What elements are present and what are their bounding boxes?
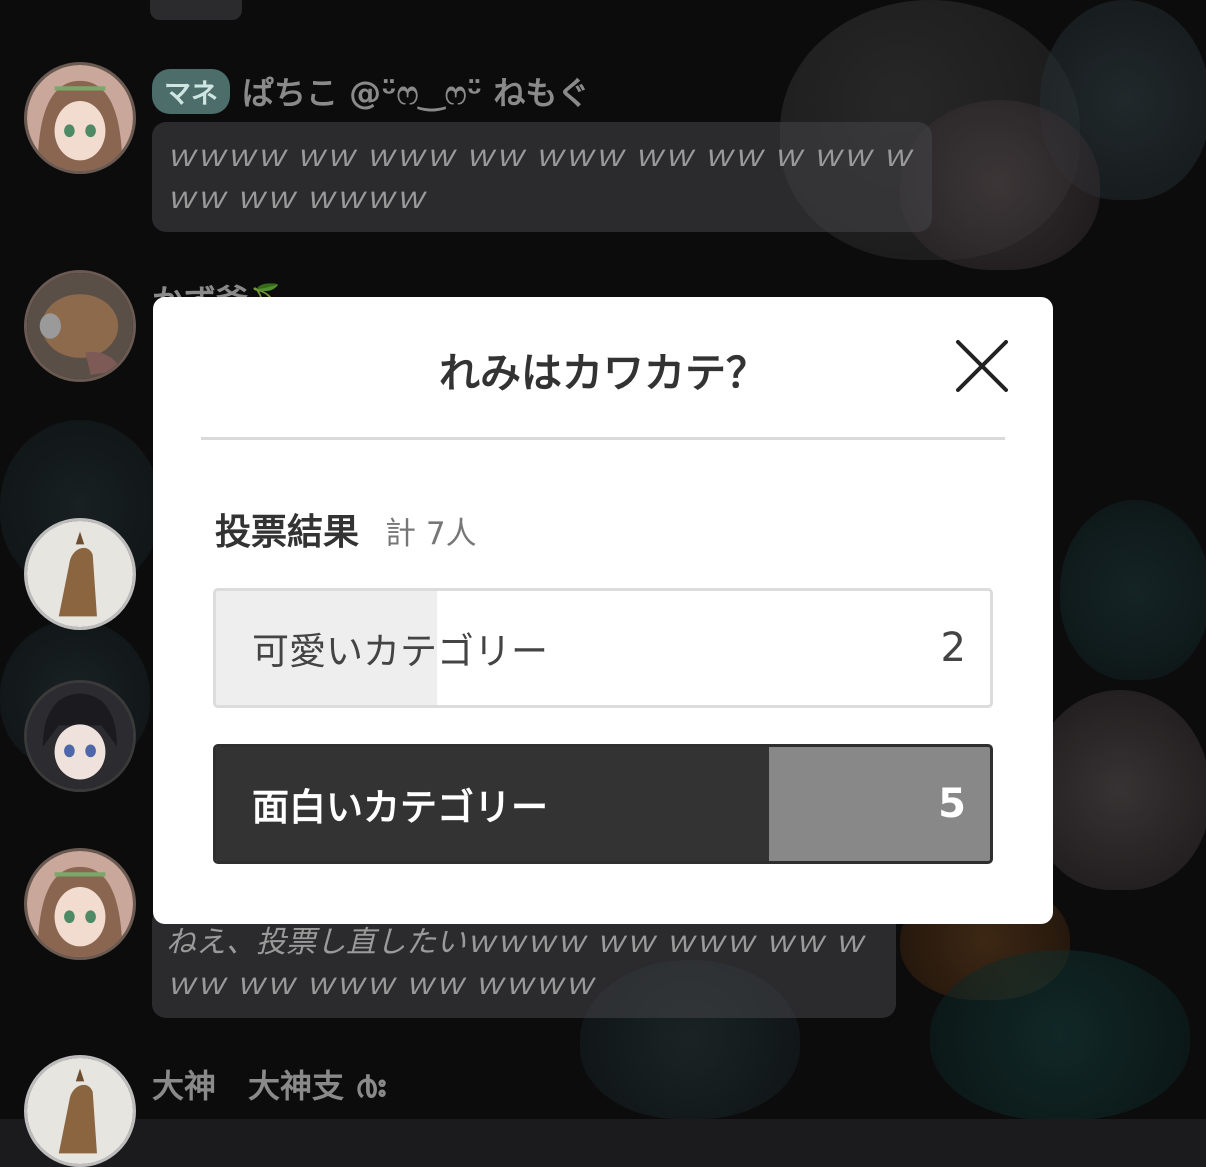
message-bubble: ねえ、投票し直したいｗｗｗｗ ｗｗ ｗｗｗ ｗｗ ｗｗｗ ｗｗ ｗｗｗ ｗｗ ｗ… [152, 908, 896, 1018]
message-bubble: ｗｗｗｗ ｗｗ ｗｗｗ ｗｗ ｗｗｗ ｗｗ ｗｗ ｗ ｗｗ ｗｗｗ ｗｗ ｗｗｗ… [152, 122, 932, 232]
message-header: 大神 大神支 ൪ഃ [152, 1061, 385, 1107]
vote-count: 2 [940, 625, 966, 671]
avatar[interactable] [24, 518, 136, 630]
avatar-image [27, 1058, 133, 1164]
poll-option[interactable]: 可愛いカテゴリー 2 [213, 588, 993, 708]
avatar[interactable] [24, 62, 136, 174]
avatar-image [27, 851, 133, 957]
role-badge: マネ [152, 68, 230, 114]
message-text: ねえ、投票し直したいｗｗｗｗ ｗｗ ｗｗｗ ｗｗ ｗｗｗ ｗｗ ｗｗｗ ｗｗ ｗ… [166, 925, 865, 1002]
poll-question-title: れみはカワカテ？ [439, 349, 767, 397]
vote-count: 5 [938, 781, 966, 827]
avatar[interactable] [24, 848, 136, 960]
avatar-image [27, 521, 133, 627]
divider [201, 437, 1005, 440]
avatar[interactable] [24, 1055, 136, 1167]
option-label: 面白いカテゴリー [252, 786, 548, 829]
close-icon [956, 340, 1008, 392]
results-header: 投票結果 計 7人 [215, 503, 477, 555]
avatar[interactable] [24, 680, 136, 792]
username[interactable]: 大神 大神支 ൪ഃ [152, 1061, 385, 1107]
total-voters: 計 7人 [385, 516, 477, 552]
option-label: 可愛いカテゴリー [252, 630, 548, 673]
avatar-image [27, 273, 133, 379]
results-label: 投票結果 [215, 512, 360, 553]
avatar-image [27, 65, 133, 171]
message-text: ｗｗｗｗ ｗｗ ｗｗｗ ｗｗ ｗｗｗ ｗｗ ｗｗ ｗ ｗｗ ｗｗｗ ｗｗ ｗｗｗ… [166, 139, 912, 216]
username[interactable]: ぱちこ @ᵕ̈ෆ‿ෆᵕ̈ ねもぐ [242, 68, 589, 114]
close-button[interactable] [953, 337, 1011, 395]
message-header: マネ ぱちこ @ᵕ̈ෆ‿ෆᵕ̈ ねもぐ [152, 68, 589, 114]
poll-option-selected[interactable]: 面白いカテゴリー 5 [213, 744, 993, 864]
message-bubble [150, 0, 242, 20]
poll-result-modal: れみはカワカテ？ 投票結果 計 7人 可愛いカテゴリー 2 面白いカテゴリー 5 [153, 297, 1053, 924]
avatar-image [27, 683, 133, 789]
avatar[interactable] [24, 270, 136, 382]
